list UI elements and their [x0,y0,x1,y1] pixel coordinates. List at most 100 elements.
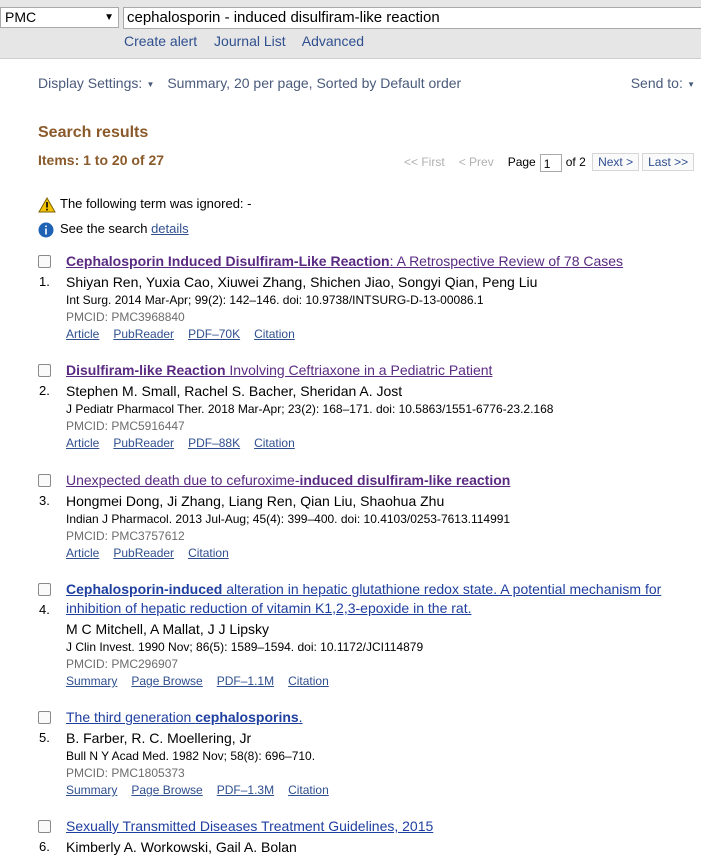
citation-link[interactable]: Citation [288,783,329,797]
search-details-link[interactable]: details [151,221,189,236]
result-authors: Kimberly A. Workowski, Gail A. Bolan [66,839,297,855]
result-checkbox[interactable] [38,583,51,596]
title-text: : A Retrospective Review of 78 Cases [389,253,624,269]
result-pmcid: PMCID: PMC3968840 [66,310,185,324]
result-links: Article PubReader PDF–70K Citation [66,326,698,342]
result-pmcid: PMCID: PMC5916447 [66,419,185,433]
result-item: 2. Disulfiram-like Reaction Involving Ce… [38,361,698,451]
result-title-link[interactable]: Unexpected death due to cefuroxime-induc… [66,471,698,490]
result-authors: B. Farber, R. C. Moellering, Jr [66,730,252,746]
page-browse-link[interactable]: Page Browse [131,783,202,797]
result-title-link[interactable]: Cephalosporin Induced Disulfiram-Like Re… [66,252,698,271]
see-search-prefix: See the search [60,221,152,236]
database-select[interactable]: PMC ▼ [0,7,119,28]
result-item: 4. Cephalosporin-induced alteration in h… [38,580,698,689]
page-of-label: of 2 [565,155,586,169]
journal-list-link[interactable]: Journal List [214,33,286,49]
result-title-link[interactable]: Cephalosporin-induced alteration in hepa… [66,580,698,618]
advanced-link[interactable]: Advanced [302,33,364,49]
result-checkbox[interactable] [38,711,51,724]
title-highlight: Cephalosporin Induced Disulfiram-Like Re… [66,253,390,269]
result-citation: J Pediatr Pharmacol Ther. 2018 Mar-Apr; … [66,402,554,416]
items-count: Items: 1 to 20 of 27 [38,152,165,168]
result-citation: Bull N Y Acad Med. 1982 Nov; 58(8): 696–… [66,749,316,763]
result-item: 5. The third generation cephalosporins. … [38,708,698,798]
result-number: 4. [39,602,50,617]
result-pmcid: PMCID: PMC3757612 [66,529,185,543]
display-summary: Summary, 20 per page, Sorted by Default … [167,75,462,91]
result-links: Summary Page Browse PDF–1.1M Citation [66,673,698,689]
page-browse-link[interactable]: Page Browse [131,674,202,688]
citation-link[interactable]: Citation [188,546,229,560]
result-authors: Shiyan Ren, Yuxia Cao, Xiuwei Zhang, Shi… [66,274,538,290]
article-link[interactable]: Article [66,436,99,450]
caret-down-icon: ▼ [144,79,155,89]
result-links: Article PubReader PDF–88K Citation [66,435,698,451]
result-number: 3. [39,493,50,508]
first-page-button[interactable]: << First [404,155,445,169]
title-highlight: induced disulfiram-like reaction [299,472,511,488]
result-number: 5. [39,730,50,745]
result-links: Article PubReader Citation [66,545,698,561]
citation-link[interactable]: Citation [254,436,295,450]
search-query: cephalosporin - induced disulfiram-like … [127,9,440,26]
result-number: 1. [39,274,50,289]
summary-link[interactable]: Summary [66,674,117,688]
result-item: 3. Unexpected death due to cefuroxime-in… [38,471,698,561]
citation-link[interactable]: Citation [288,674,329,688]
result-item: 1. Cephalosporin Induced Disulfiram-Like… [38,252,698,342]
pubreader-link[interactable]: PubReader [113,436,174,450]
result-checkbox[interactable] [38,364,51,377]
pubreader-link[interactable]: PubReader [113,546,174,560]
result-citation: Int Surg. 2014 Mar-Apr; 99(2): 142–146. … [66,293,484,307]
chevron-down-icon: ▼ [104,12,114,23]
pdf-link[interactable]: PDF–1.1M [217,674,274,688]
result-checkbox[interactable] [38,474,51,487]
citation-link[interactable]: Citation [254,327,295,341]
pdf-link[interactable]: PDF–70K [188,327,240,341]
send-to-dropdown[interactable]: Send to: ▼ [631,75,695,91]
create-alert-link[interactable]: Create alert [124,33,197,49]
results-title: Search results [38,124,149,141]
pdf-link[interactable]: PDF–88K [188,436,240,450]
result-pmcid: PMCID: PMC1805373 [66,766,185,780]
next-page-button[interactable]: Next > [592,153,640,171]
article-link[interactable]: Article [66,327,99,341]
display-settings-row: Display Settings: ▼ Summary, 20 per page… [38,75,695,91]
title-text: The third generation [66,709,196,725]
ignored-term-message: The following term was ignored: - [38,196,251,213]
result-checkbox[interactable] [38,820,51,833]
last-page-button[interactable]: Last >> [642,153,695,171]
result-pmcid: PMCID: PMC296907 [66,657,179,671]
ignored-term-text: The following term was ignored: - [60,196,252,211]
title-text: Sexually Transmitted Diseases Treatment … [66,818,434,834]
info-icon [38,222,56,238]
pager: << First < Prev Page 1 of 2 Next > Last >> [404,153,695,172]
result-authors: M C Mitchell, A Mallat, J J Lipsky [66,621,270,637]
prev-page-button[interactable]: < Prev [459,155,494,169]
result-citation: J Clin Invest. 1990 Nov; 86(5): 1589–159… [66,640,424,654]
caret-down-icon: ▼ [684,79,695,89]
result-checkbox[interactable] [38,255,51,268]
title-text: Unexpected death due to cefuroxime- [66,472,300,488]
send-to-label: Send to: [630,75,683,91]
result-title-link[interactable]: The third generation cephalosporins. [66,708,698,727]
title-highlight: cephalosporins [195,709,299,725]
result-authors: Stephen M. Small, Rachel S. Bacher, Sher… [66,383,403,399]
summary-link[interactable]: Summary [66,783,117,797]
page-label: Page [507,155,536,169]
display-settings-label: Display Settings: [38,75,143,91]
page-number-input[interactable]: 1 [539,153,562,172]
pubreader-link[interactable]: PubReader [113,327,174,341]
article-link[interactable]: Article [66,546,99,560]
search-input[interactable]: cephalosporin - induced disulfiram-like … [123,7,701,29]
warning-icon [38,196,56,213]
result-title-link[interactable]: Disulfiram-like Reaction Involving Ceftr… [66,361,698,380]
display-settings-dropdown[interactable]: Display Settings: ▼ [38,75,154,91]
search-details-message: See the search details [38,221,189,238]
pdf-link[interactable]: PDF–1.3M [217,783,274,797]
title-text: . [298,709,303,725]
result-links: Summary Page Browse PDF–1.3M Citation [66,782,698,798]
result-title-link[interactable]: Sexually Transmitted Diseases Treatment … [66,817,698,836]
result-citation: Indian J Pharmacol. 2013 Jul-Aug; 45(4):… [66,512,511,526]
